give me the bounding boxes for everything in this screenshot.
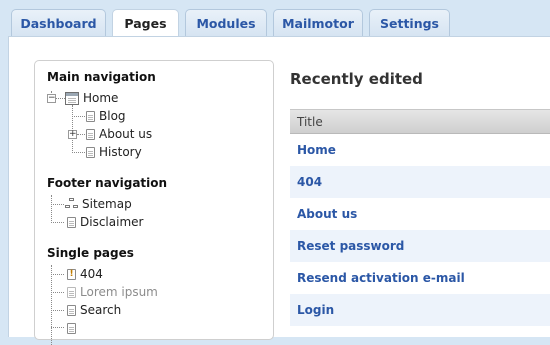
tree-node-label: Blog <box>99 109 126 123</box>
collapse-toggle-home[interactable]: − <box>47 94 56 103</box>
page-icon <box>86 110 95 122</box>
tree-node-disclaimer[interactable]: Disclaimer <box>67 214 143 230</box>
tree-node-history[interactable]: History <box>86 144 142 160</box>
tree-node-label: Lorem ipsum <box>80 285 158 299</box>
tree-node-label: About us <box>99 127 153 141</box>
tree-node-home[interactable]: Home <box>65 90 118 106</box>
page-icon <box>67 216 76 228</box>
tree-connector <box>72 116 85 117</box>
main-tab-bar: Dashboard Pages Modules Mailmotor Settin… <box>0 0 550 37</box>
tree-connector <box>51 327 64 328</box>
expand-toggle-about-us[interactable]: + <box>68 130 77 139</box>
tab-modules[interactable]: Modules <box>185 9 267 36</box>
tree-node-label: Home <box>83 91 119 105</box>
hidden-page-icon <box>67 286 76 298</box>
tree-node-label: Disclaimer <box>80 215 144 229</box>
tree-connector <box>51 274 64 275</box>
table-row[interactable]: 404 <box>290 166 550 198</box>
column-header-title[interactable]: Title <box>290 110 550 134</box>
recently-edited-table: Title Home 404 About us Reset password R… <box>290 109 550 326</box>
tree-connector <box>51 204 64 205</box>
warning-page-icon: ! <box>67 268 76 280</box>
tree-connector <box>51 222 64 223</box>
tree-node-404[interactable]: ! 404 <box>67 266 103 282</box>
table-row[interactable]: Reset password <box>290 230 550 262</box>
page-icon <box>86 128 95 140</box>
page-icon <box>67 322 76 334</box>
recently-edited-title: Recently edited <box>290 70 423 88</box>
main-navigation-title: Main navigation <box>47 70 156 84</box>
table-row[interactable]: Resend activation e-mail <box>290 262 550 294</box>
tree-connector <box>77 134 85 135</box>
sitemap-icon <box>65 198 78 210</box>
tree-node-label: Sitemap <box>82 197 132 211</box>
tree-node-label: 404 <box>80 267 103 281</box>
tree-node-lorem-ipsum[interactable]: Lorem ipsum <box>67 284 158 300</box>
page-icon <box>65 91 79 105</box>
tab-mailmotor[interactable]: Mailmotor <box>273 9 363 36</box>
tree-connector <box>51 195 52 223</box>
tab-pages[interactable]: Pages <box>112 9 179 37</box>
tab-dashboard[interactable]: Dashboard <box>11 9 106 36</box>
table-row[interactable]: About us <box>290 198 550 230</box>
single-pages-title: Single pages <box>47 246 134 260</box>
tree-connector <box>51 265 52 345</box>
tree-connector <box>72 152 85 153</box>
tree-node-sitemap[interactable]: Sitemap <box>65 196 132 212</box>
tree-node-blog[interactable]: Blog <box>86 108 126 124</box>
tree-node-about-us[interactable]: About us <box>86 126 152 142</box>
tree-node-label: Search <box>80 303 122 317</box>
footer-navigation-title: Footer navigation <box>47 176 168 190</box>
tree-connector <box>56 98 65 99</box>
tree-connector <box>51 292 64 293</box>
page-icon <box>86 146 95 158</box>
tree-node-label: History <box>99 145 142 159</box>
tree-connector <box>51 310 64 311</box>
tree-node-partial[interactable] <box>67 320 76 336</box>
tab-settings[interactable]: Settings <box>369 9 450 36</box>
table-row[interactable]: Home <box>290 134 550 166</box>
page-tree-panel: Main navigation − Home Blog + About us H… <box>34 60 274 345</box>
page-icon <box>67 304 76 316</box>
table-row[interactable]: Login <box>290 294 550 326</box>
tree-node-search[interactable]: Search <box>67 302 121 318</box>
